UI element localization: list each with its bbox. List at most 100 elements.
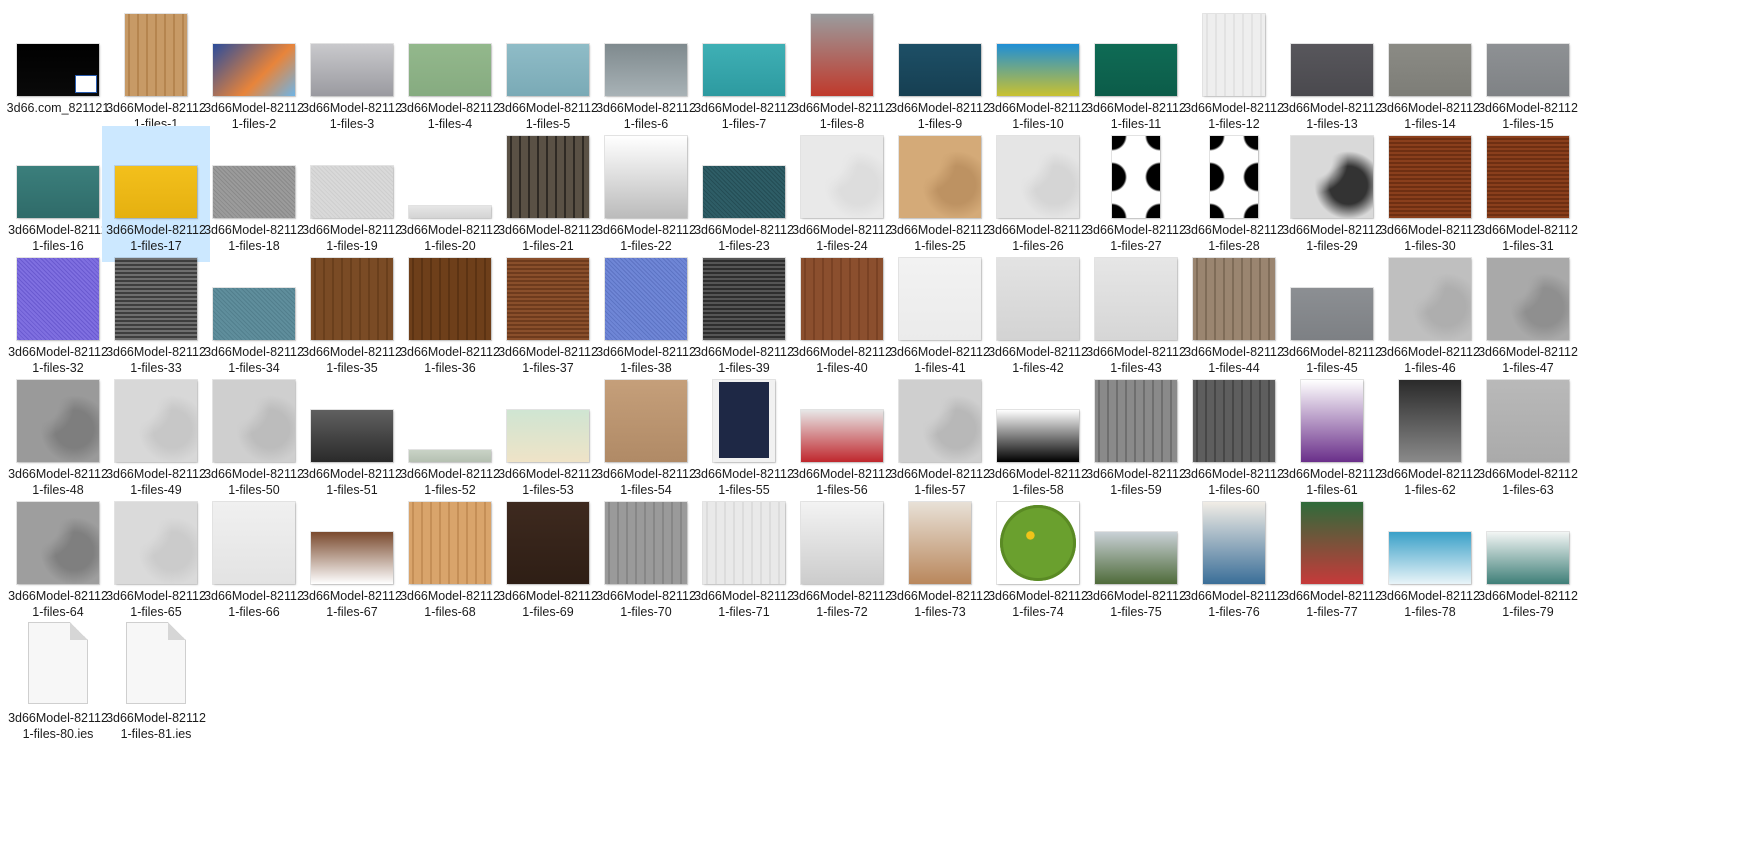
file-item-image[interactable]: 3d66Model-821121-files-17 xyxy=(102,126,210,262)
file-item-image[interactable]: 3d66Model-821121-files-9 xyxy=(886,4,994,140)
file-item-image[interactable]: 3d66Model-821121-files-40 xyxy=(788,248,896,384)
file-item-image[interactable]: 3d66Model-821121-files-37 xyxy=(494,248,602,384)
file-item-image[interactable]: 3d66Model-821121-files-69 xyxy=(494,492,602,628)
file-item-image[interactable]: 3d66Model-821121-files-62 xyxy=(1376,370,1484,506)
thumbnail xyxy=(896,248,984,340)
file-item-image[interactable]: 3d66Model-821121-files-4 xyxy=(396,4,504,140)
file-item-image[interactable]: 3d66Model-821121-files-67 xyxy=(298,492,406,628)
file-item-image[interactable]: 3d66Model-821121-files-36 xyxy=(396,248,504,384)
file-item-image[interactable]: 3d66Model-821121-files-79 xyxy=(1474,492,1582,628)
file-item-image[interactable]: 3d66Model-821121-files-72 xyxy=(788,492,896,628)
file-item-image[interactable]: 3d66Model-821121-files-50 xyxy=(200,370,308,506)
file-item-image[interactable]: 3d66Model-821121-files-16 xyxy=(4,126,112,262)
file-item-image[interactable]: 3d66Model-821121-files-32 xyxy=(4,248,112,384)
thumbnail xyxy=(700,492,788,584)
image-preview xyxy=(1389,258,1471,340)
thumbnail xyxy=(798,248,886,340)
file-item-image[interactable]: 3d66Model-821121-files-44 xyxy=(1180,248,1288,384)
file-item-image[interactable]: 3d66Model-821121-files-61 xyxy=(1278,370,1386,506)
image-preview xyxy=(409,258,491,340)
file-item-document[interactable]: 3d66Model-821121-files-81.ies xyxy=(102,614,210,750)
file-item-image[interactable]: 3d66Model-821121-files-48 xyxy=(4,370,112,506)
file-item-image[interactable]: 3d66Model-821121-files-68 xyxy=(396,492,504,628)
thumbnail xyxy=(210,248,298,340)
file-item-image[interactable]: 3d66Model-821121-files-21 xyxy=(494,126,602,262)
file-item-image[interactable]: 3d66Model-821121-files-74 xyxy=(984,492,1092,628)
file-item-image[interactable]: 3d66Model-821121-files-71 xyxy=(690,492,798,628)
file-item-image[interactable]: 3d66Model-821121-files-60 xyxy=(1180,370,1288,506)
file-item-image[interactable]: 3d66Model-821121-files-66 xyxy=(200,492,308,628)
file-item-image[interactable]: 3d66Model-821121-files-39 xyxy=(690,248,798,384)
file-item-image[interactable]: 3d66Model-821121-files-12 xyxy=(1180,4,1288,140)
file-item-image[interactable]: 3d66Model-821121-files-76 xyxy=(1180,492,1288,628)
file-item-image[interactable]: 3d66Model-821121-files-78 xyxy=(1376,492,1484,628)
file-item-image[interactable]: 3d66Model-821121-files-33 xyxy=(102,248,210,384)
file-item-image[interactable]: 3d66Model-821121-files-57 xyxy=(886,370,994,506)
image-preview xyxy=(213,44,295,96)
file-item-image[interactable]: 3d66Model-821121-files-63 xyxy=(1474,370,1582,506)
file-item-image[interactable]: 3d66Model-821121-files-52 xyxy=(396,370,504,506)
file-name: 3d66Model-821121-files-69 xyxy=(498,589,598,619)
file-item-image[interactable]: 3d66Model-821121-files-1 xyxy=(102,4,210,140)
thumbnail xyxy=(798,4,886,96)
file-item-image[interactable]: 3d66Model-821121-files-59 xyxy=(1082,370,1190,506)
file-item-image[interactable]: 3d66Model-821121-files-19 xyxy=(298,126,406,262)
file-item-image[interactable]: 3d66Model-821121-files-29 xyxy=(1278,126,1386,262)
thumbnail xyxy=(14,4,102,96)
file-item-image[interactable]: 3d66Model-821121-files-18 xyxy=(200,126,308,262)
file-item-image[interactable]: 3d66Model-821121-files-22 xyxy=(592,126,700,262)
file-item-image[interactable]: 3d66Model-821121-files-15 xyxy=(1474,4,1582,140)
file-item-image[interactable]: 3d66Model-821121-files-31 xyxy=(1474,126,1582,262)
thumbnail xyxy=(1092,492,1180,584)
file-item-image[interactable]: 3d66Model-821121-files-70 xyxy=(592,492,700,628)
file-item-image[interactable]: 3d66Model-821121-files-41 xyxy=(886,248,994,384)
file-item-image[interactable]: 3d66Model-821121-files-2 xyxy=(200,4,308,140)
file-item-image[interactable]: 3d66.com_821121 xyxy=(4,4,112,140)
file-item-image[interactable]: 3d66Model-821121-files-6 xyxy=(592,4,700,140)
file-item-image[interactable]: 3d66Model-821121-files-26 xyxy=(984,126,1092,262)
thumbnail xyxy=(210,370,298,462)
file-item-image[interactable]: 3d66Model-821121-files-10 xyxy=(984,4,1092,140)
file-item-image[interactable]: 3d66Model-821121-files-46 xyxy=(1376,248,1484,384)
file-item-image[interactable]: 3d66Model-821121-files-73 xyxy=(886,492,994,628)
file-item-image[interactable]: 3d66Model-821121-files-75 xyxy=(1082,492,1190,628)
file-item-image[interactable]: 3d66Model-821121-files-27 xyxy=(1082,126,1190,262)
file-item-image[interactable]: 3d66Model-821121-files-38 xyxy=(592,248,700,384)
file-item-image[interactable]: 3d66Model-821121-files-54 xyxy=(592,370,700,506)
image-preview xyxy=(115,166,197,218)
image-preview xyxy=(409,206,491,218)
file-item-image[interactable]: 3d66Model-821121-files-56 xyxy=(788,370,896,506)
image-preview xyxy=(311,532,393,584)
file-item-image[interactable]: 3d66Model-821121-files-28 xyxy=(1180,126,1288,262)
file-item-image[interactable]: 3d66Model-821121-files-65 xyxy=(102,492,210,628)
file-item-image[interactable]: 3d66Model-821121-files-25 xyxy=(886,126,994,262)
file-item-image[interactable]: 3d66Model-821121-files-64 xyxy=(4,492,112,628)
file-item-image[interactable]: 3d66Model-821121-files-34 xyxy=(200,248,308,384)
file-item-image[interactable]: 3d66Model-821121-files-42 xyxy=(984,248,1092,384)
file-item-image[interactable]: 3d66Model-821121-files-47 xyxy=(1474,248,1582,384)
file-item-image[interactable]: 3d66Model-821121-files-43 xyxy=(1082,248,1190,384)
file-item-image[interactable]: 3d66Model-821121-files-23 xyxy=(690,126,798,262)
file-item-image[interactable]: 3d66Model-821121-files-55 xyxy=(690,370,798,506)
file-item-image[interactable]: 3d66Model-821121-files-8 xyxy=(788,4,896,140)
file-item-image[interactable]: 3d66Model-821121-files-49 xyxy=(102,370,210,506)
file-item-image[interactable]: 3d66Model-821121-files-35 xyxy=(298,248,406,384)
file-item-image[interactable]: 3d66Model-821121-files-45 xyxy=(1278,248,1386,384)
image-preview xyxy=(605,258,687,340)
file-item-image[interactable]: 3d66Model-821121-files-14 xyxy=(1376,4,1484,140)
file-item-image[interactable]: 3d66Model-821121-files-13 xyxy=(1278,4,1386,140)
file-item-document[interactable]: 3d66Model-821121-files-80.ies xyxy=(4,614,112,750)
thumbnail xyxy=(602,248,690,340)
file-item-image[interactable]: 3d66Model-821121-files-5 xyxy=(494,4,602,140)
file-item-image[interactable]: 3d66Model-821121-files-20 xyxy=(396,126,504,262)
file-item-image[interactable]: 3d66Model-821121-files-51 xyxy=(298,370,406,506)
file-item-image[interactable]: 3d66Model-821121-files-24 xyxy=(788,126,896,262)
file-item-image[interactable]: 3d66Model-821121-files-11 xyxy=(1082,4,1190,140)
file-item-image[interactable]: 3d66Model-821121-files-3 xyxy=(298,4,406,140)
file-item-image[interactable]: 3d66Model-821121-files-7 xyxy=(690,4,798,140)
file-item-image[interactable]: 3d66Model-821121-files-77 xyxy=(1278,492,1386,628)
image-preview xyxy=(1487,532,1569,584)
file-item-image[interactable]: 3d66Model-821121-files-30 xyxy=(1376,126,1484,262)
file-item-image[interactable]: 3d66Model-821121-files-53 xyxy=(494,370,602,506)
file-item-image[interactable]: 3d66Model-821121-files-58 xyxy=(984,370,1092,506)
